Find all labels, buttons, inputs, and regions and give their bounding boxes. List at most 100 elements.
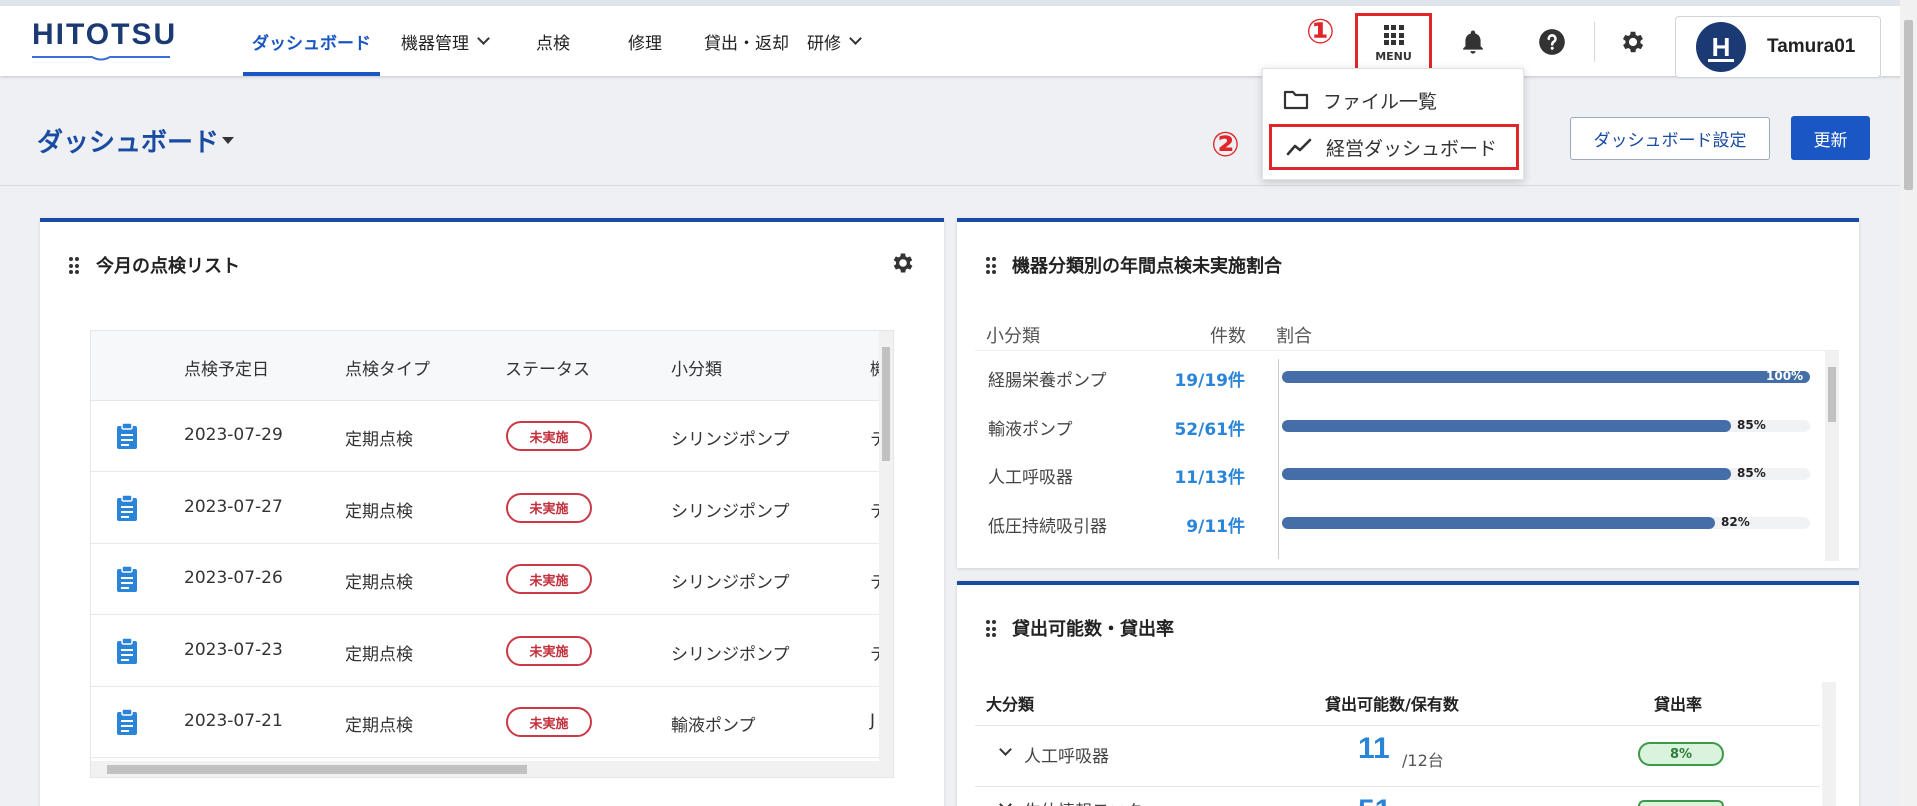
drag-handle-icon[interactable]	[986, 620, 996, 638]
annotation-marker-1: ①	[1306, 12, 1335, 52]
status-badge: 未実施	[506, 421, 592, 451]
inspection-type: 定期点検	[345, 430, 413, 450]
dashboard-settings-button[interactable]: ダッシュボード設定	[1570, 117, 1770, 160]
bar-category-label: 輸液ポンプ	[988, 419, 1073, 440]
ratio-bar-chart: 経腸栄養ポンプ 19/19件 100% 輸液ポンプ 52/61件 85% 人工呼吸器 11/1…	[975, 350, 1839, 561]
available-count: 51	[1358, 794, 1391, 806]
inspection-type: 定期点検	[345, 644, 413, 665]
available-count: 11	[1358, 732, 1390, 765]
brand-logo[interactable]: HITOTSU	[32, 18, 177, 52]
clipboard-icon[interactable]	[115, 636, 139, 665]
bar-count[interactable]: 9/11件	[1145, 512, 1245, 537]
trend-line-icon	[1286, 138, 1312, 156]
bar-category-label: 経腸栄養ポンプ	[988, 371, 1107, 391]
bar-track	[1282, 419, 1810, 432]
column-header: 小分類	[986, 326, 1040, 347]
bar-category-label: 低圧持続吸引器	[988, 516, 1107, 537]
lending-row-label: 生体情報モニタ	[1024, 797, 1143, 806]
bar-count[interactable]: 19/19件	[1145, 366, 1245, 391]
chart-vertical-scrollbar[interactable]	[1825, 351, 1839, 561]
inspection-type: 定期点検	[345, 716, 413, 736]
bar-track	[1282, 371, 1810, 383]
table-row[interactable]: 2023-07-27定期点検未実施シリンジポンプテ	[91, 473, 887, 544]
bar-value-label: 82%	[1721, 514, 1750, 529]
inspection-date: 2023-07-27	[184, 496, 283, 517]
lending-row-label: 人工呼吸器	[1024, 747, 1109, 767]
menu-button[interactable]: MENU	[1355, 13, 1432, 75]
status-badge: 未実施	[506, 707, 592, 737]
nav-item-equipment[interactable]: 機器管理	[392, 6, 497, 76]
clipboard-icon[interactable]	[115, 565, 139, 593]
dropdown-item-management-dashboard[interactable]: 経営ダッシュボード	[1269, 124, 1519, 170]
drag-handle-icon[interactable]	[986, 257, 996, 275]
gear-icon[interactable]	[890, 250, 916, 276]
gear-icon[interactable]	[1619, 28, 1647, 56]
avatar: H	[1696, 22, 1746, 72]
table-row[interactable]: 2023-07-26定期点検未実施シリンジポンプテ	[91, 544, 887, 615]
page-vertical-scrollbar[interactable]	[1900, 0, 1917, 806]
nav-item-training[interactable]: 研修	[798, 6, 869, 76]
table-vertical-scrollbar[interactable]	[879, 331, 893, 763]
chart-axis	[1278, 359, 1279, 559]
chevron-down-icon	[477, 32, 490, 45]
table-row[interactable]: 2023-07-23定期点検未実施シリンジポンプテ	[91, 616, 887, 687]
bar-value-label: 85%	[1737, 417, 1766, 432]
menu-dropdown: ファイル一覧 経営ダッシュボード	[1262, 68, 1524, 180]
annotation-marker-2: ②	[1211, 125, 1240, 165]
inspection-type: 定期点検	[345, 573, 413, 593]
drag-handle-icon[interactable]	[69, 257, 79, 275]
apps-grid-icon	[1383, 25, 1404, 45]
column-header[interactable]: 点検予定日	[184, 355, 269, 380]
bar	[1282, 419, 1731, 432]
clipboard-icon[interactable]	[115, 493, 139, 522]
menu-label: MENU	[1375, 50, 1412, 63]
status-badge: 未実施	[506, 635, 592, 666]
bar-track	[1282, 468, 1810, 480]
lending-vertical-scrollbar[interactable]	[1822, 682, 1836, 806]
bar-category-label: 人工呼吸器	[988, 468, 1073, 488]
bar	[1282, 371, 1810, 383]
table-horizontal-scrollbar[interactable]	[91, 761, 893, 777]
inspection-date: 2023-07-23	[184, 639, 283, 660]
help-icon[interactable]	[1538, 28, 1566, 56]
truncated-cell: J	[870, 711, 876, 731]
nav-item-repair[interactable]: 修理	[619, 6, 671, 76]
category: シリンジポンプ	[671, 573, 790, 593]
nav-item-dashboard[interactable]: ダッシュボード	[243, 6, 380, 76]
column-header[interactable]: ステータス	[505, 355, 590, 380]
clipboard-icon[interactable]	[115, 422, 139, 450]
clipboard-icon[interactable]	[115, 708, 139, 736]
bell-icon[interactable]	[1459, 28, 1487, 56]
bar-count[interactable]: 11/13件	[1145, 463, 1245, 488]
bar	[1282, 516, 1715, 529]
card-title: 機器分類別の年間点検未実施割合	[1012, 256, 1282, 277]
column-header[interactable]: 点検タイプ	[345, 355, 430, 380]
user-menu[interactable]: H Tamura01	[1675, 16, 1881, 78]
inspection-type: 定期点検	[345, 501, 413, 522]
nav-item-inspection[interactable]: 点検	[527, 6, 579, 76]
table-header: 点検予定日 点検タイプ ステータス 小分類 機	[91, 331, 887, 401]
header-divider	[1594, 22, 1595, 62]
card-title: 今月の点検リスト	[96, 256, 240, 277]
dropdown-item-file-list[interactable]: ファイル一覧	[1269, 77, 1519, 123]
bar-value-label: 85%	[1737, 466, 1766, 480]
bar	[1282, 468, 1731, 480]
column-header[interactable]: 小分類	[671, 355, 722, 380]
main-nav: ダッシュボード 機器管理 点検 修理 貸出・返却 研修	[243, 6, 881, 76]
folder-icon	[1283, 90, 1309, 110]
category: シリンジポンプ	[671, 501, 790, 522]
table-row[interactable]: 2023-07-21 定期点検 未実施 輸液ポンプ J	[91, 687, 881, 758]
chevron-down-icon	[849, 32, 862, 45]
caret-down-icon[interactable]	[222, 137, 234, 144]
card-title: 貸出可能数・貸出率	[1012, 619, 1174, 640]
nav-item-lending[interactable]: 貸出・返却	[695, 6, 798, 76]
category: 輸液ポンプ	[671, 716, 756, 736]
refresh-button[interactable]: 更新	[1791, 116, 1870, 160]
category: シリンジポンプ	[671, 430, 790, 450]
inspection-table: 点検予定日 点検タイプ ステータス 小分類 機 2023-07-29定期点検未実…	[90, 330, 894, 778]
lending-rate-badge: 8%	[1638, 742, 1724, 766]
page-title[interactable]: ダッシュボード	[37, 122, 219, 159]
table-row[interactable]: 2023-07-29定期点検未実施シリンジポンプテ	[91, 401, 887, 472]
bar-count[interactable]: 52/61件	[1145, 415, 1245, 440]
category: シリンジポンプ	[671, 644, 790, 665]
